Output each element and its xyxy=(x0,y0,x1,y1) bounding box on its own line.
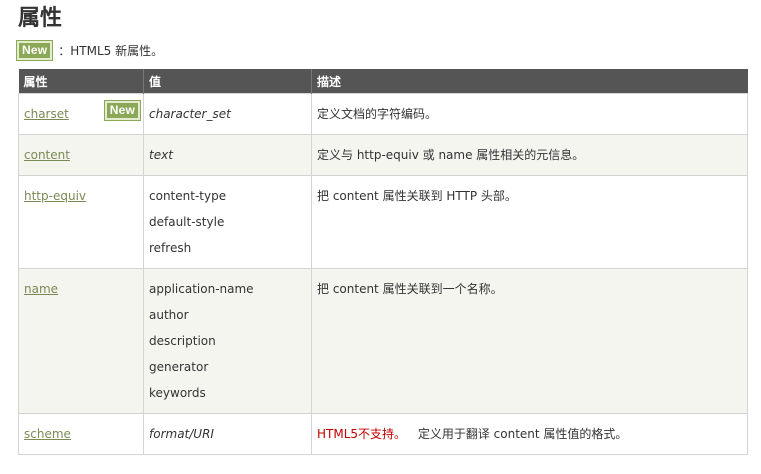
value-item: refresh xyxy=(149,241,192,255)
legend-text: ：HTML5 新属性。 xyxy=(58,43,164,58)
not-supported-note: HTML5不支持。 xyxy=(317,427,407,441)
value-cell: application-name author description gene… xyxy=(143,268,312,414)
description-cell: 把 content 属性关联到 HTTP 头部。 xyxy=(311,175,748,269)
attribute-cell: content xyxy=(18,134,144,176)
value-item: content-type xyxy=(149,189,227,203)
attribute-cell: name xyxy=(18,268,144,414)
attribute-cell: charset New xyxy=(18,93,144,135)
value-item: format/URI xyxy=(149,427,214,441)
value-cell: content-type default-style refresh xyxy=(143,175,312,269)
new-badge: New xyxy=(17,40,53,60)
value-cell: format/URI xyxy=(143,413,312,455)
description-text: 定义文档的字符编码。 xyxy=(317,107,438,121)
header-attribute: 属性 xyxy=(18,69,144,94)
description-text: 定义用于翻译 content 属性值的格式。 xyxy=(417,427,628,441)
attribute-link-scheme[interactable]: scheme xyxy=(24,427,71,441)
value-item: text xyxy=(149,148,173,162)
new-badge: New xyxy=(104,101,140,120)
description-cell: HTML5不支持。 定义用于翻译 content 属性值的格式。 xyxy=(311,413,748,455)
description-cell: 定义与 http-equiv 或 name 属性相关的元信息。 xyxy=(311,134,748,176)
value-item: application-name xyxy=(149,282,254,296)
table-row-scheme: scheme format/URI HTML5不支持。 定义用于翻译 conte… xyxy=(18,413,748,455)
description-text: 定义与 http-equiv 或 name 属性相关的元信息。 xyxy=(317,148,585,162)
table-header-row: 属性 值 描述 xyxy=(18,69,748,94)
value-item: default-style xyxy=(149,215,225,229)
description-text: 把 content 属性关联到一个名称。 xyxy=(317,282,503,296)
description-cell: 定义文档的字符编码。 xyxy=(311,93,748,135)
value-item: description xyxy=(149,334,216,348)
table-row-charset: charset New character_set 定义文档的字符编码。 xyxy=(18,93,748,135)
description-text: 把 content 属性关联到 HTTP 头部。 xyxy=(317,189,517,203)
table-row-content: content text 定义与 http-equiv 或 name 属性相关的… xyxy=(18,134,748,176)
value-item: author xyxy=(149,308,189,322)
attributes-table: 属性 值 描述 charset New character_set 定义文档的字… xyxy=(18,69,748,455)
legend: New ：HTML5 新属性。 xyxy=(17,39,163,61)
value-item: character_set xyxy=(149,107,231,121)
value-item: generator xyxy=(149,360,209,374)
value-cell: character_set xyxy=(143,93,312,135)
header-value: 值 xyxy=(143,69,312,94)
attribute-link-content[interactable]: content xyxy=(24,148,70,162)
attribute-cell: scheme xyxy=(18,413,144,455)
page-title: 属性 xyxy=(18,6,63,31)
attribute-link-name[interactable]: name xyxy=(24,282,58,296)
attribute-link-charset[interactable]: charset xyxy=(24,107,69,121)
table-row-name: name application-name author description… xyxy=(18,268,748,414)
description-cell: 把 content 属性关联到一个名称。 xyxy=(311,268,748,414)
header-description: 描述 xyxy=(311,69,748,94)
attribute-link-http-equiv[interactable]: http-equiv xyxy=(24,189,86,203)
table-row-http-equiv: http-equiv content-type default-style re… xyxy=(18,175,748,269)
value-item: keywords xyxy=(149,386,206,400)
value-cell: text xyxy=(143,134,312,176)
attribute-cell: http-equiv xyxy=(18,175,144,269)
